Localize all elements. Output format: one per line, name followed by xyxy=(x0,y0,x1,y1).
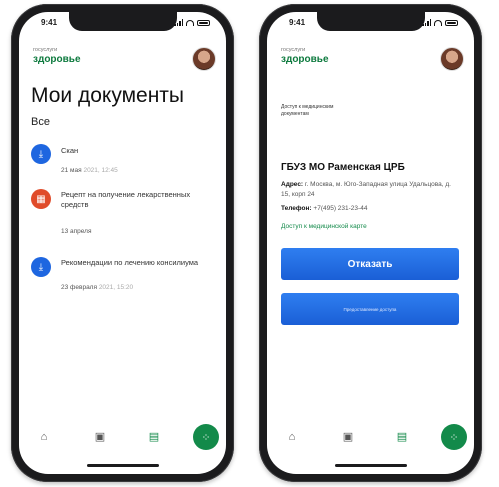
status-icons xyxy=(422,19,458,26)
services-icon[interactable]: ⁘ xyxy=(441,424,467,450)
status-time: 9:41 xyxy=(41,18,58,27)
access-medical-card-link[interactable]: Доступ к медицинской карте xyxy=(281,223,367,230)
page-title: Мои документы xyxy=(31,84,185,107)
notch xyxy=(316,12,425,31)
status-icons xyxy=(174,19,210,26)
screen-access: 9:41 госуслуги здоровье Доступ к медицин… xyxy=(267,12,474,474)
org-title: ГБУЗ МО Раменская ЦРБ xyxy=(281,162,405,173)
home-indicator xyxy=(334,464,407,467)
home-indicator xyxy=(86,464,159,467)
document-date: 21 мая 2021, 12:45 xyxy=(61,167,118,174)
document-icon[interactable]: ▤ xyxy=(395,430,409,444)
wifi-icon xyxy=(434,19,442,26)
brand-logo: госуслуги здоровье xyxy=(33,47,81,65)
notch xyxy=(68,12,177,31)
document-date: 23 февраля 2021, 15:20 xyxy=(61,284,134,291)
document-title: Рекомендации по лечению консилиума xyxy=(61,258,199,267)
calendar-icon[interactable]: ▣ xyxy=(341,430,355,444)
document-icon[interactable]: ▤ xyxy=(147,430,161,444)
grant-access-button[interactable]: Предоставление доступа xyxy=(281,293,459,325)
document-date: 13 апреля xyxy=(61,228,92,235)
brand-main: здоровье xyxy=(281,53,329,65)
recipe-icon: ▦ xyxy=(31,189,51,209)
tab-bar: ⌂ ▣ ▤ ⁘ xyxy=(267,424,474,454)
address: Адрес: г. Москва, м. Юго-Западная улица … xyxy=(281,181,451,198)
phone-number: Телефон: +7(495) 231-23-44 xyxy=(281,205,368,212)
avatar[interactable] xyxy=(192,47,216,71)
download-icon: ⤓ xyxy=(31,257,51,277)
refuse-button[interactable]: Отказать xyxy=(281,248,459,280)
status-time: 9:41 xyxy=(289,18,306,27)
calendar-icon[interactable]: ▣ xyxy=(93,430,107,444)
breadcrumb[interactable]: Доступ к медицинским документам xyxy=(281,104,361,117)
home-icon[interactable]: ⌂ xyxy=(285,430,299,444)
document-title: Рецепт на получение лекарственных средст… xyxy=(61,190,191,210)
document-title: Скан xyxy=(61,146,79,155)
services-icon[interactable]: ⁘ xyxy=(193,424,219,450)
document-item[interactable]: ⤓ Скан 21 мая 2021, 12:45 xyxy=(31,144,211,180)
wifi-icon xyxy=(186,19,194,26)
download-icon: ⤓ xyxy=(31,144,51,164)
screen-documents: 9:41 госуслуги здоровье Мои документы Вс… xyxy=(19,12,226,474)
avatar[interactable] xyxy=(440,47,464,71)
tab-bar: ⌂ ▣ ▤ ⁘ xyxy=(19,424,226,454)
phone-frame-documents: 9:41 госуслуги здоровье Мои документы Вс… xyxy=(11,4,234,482)
battery-icon xyxy=(445,19,458,26)
filter-all[interactable]: Все xyxy=(31,116,50,128)
home-icon[interactable]: ⌂ xyxy=(37,430,51,444)
document-item[interactable]: ▦ Рецепт на получение лекарственных сред… xyxy=(31,189,211,249)
document-item[interactable]: ⤓ Рекомендации по лечению консилиума 23 … xyxy=(31,257,211,305)
battery-icon xyxy=(197,19,210,26)
brand-logo: госуслуги здоровье xyxy=(281,47,329,65)
phone-frame-access: 9:41 госуслуги здоровье Доступ к медицин… xyxy=(259,4,482,482)
brand-main: здоровье xyxy=(33,53,81,65)
